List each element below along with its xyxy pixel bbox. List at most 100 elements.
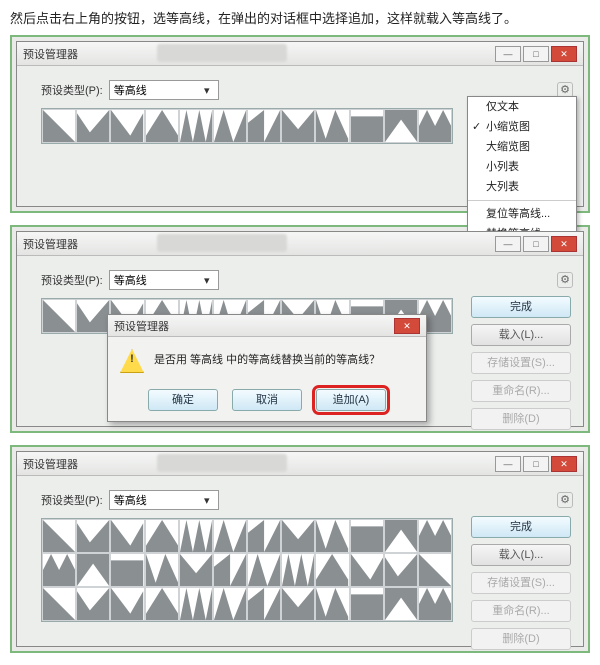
save-button: 存储设置(S)... <box>471 572 571 594</box>
contour-thumbnail[interactable] <box>247 553 281 587</box>
contour-thumbnail[interactable] <box>145 519 179 553</box>
contour-thumbnail[interactable] <box>384 587 418 621</box>
contour-thumbnail[interactable] <box>418 587 452 621</box>
contour-thumbnail[interactable] <box>76 587 110 621</box>
contour-thumbnail[interactable] <box>350 519 384 553</box>
ok-button[interactable]: 确定 <box>148 389 218 411</box>
save-button: 存储设置(S)... <box>471 352 571 374</box>
preset-type-select[interactable]: 等高线 ▾ <box>109 270 219 290</box>
done-button[interactable]: 完成 <box>471 296 571 318</box>
contour-thumbnail[interactable] <box>76 299 110 333</box>
contour-thumbnail[interactable] <box>213 109 247 143</box>
document-tab-blurred <box>157 44 287 62</box>
contour-thumbnail[interactable] <box>247 109 281 143</box>
menu-item-text-only[interactable]: 仅文本 <box>468 97 576 117</box>
close-button[interactable]: ✕ <box>551 456 577 472</box>
contour-thumbnail[interactable] <box>350 109 384 143</box>
contour-thumbnail[interactable] <box>315 519 349 553</box>
menu-item-large-list[interactable]: 大列表 <box>468 177 576 197</box>
contour-thumbnail[interactable] <box>384 519 418 553</box>
contour-thumbnail-grid[interactable] <box>41 518 453 622</box>
contour-thumbnail[interactable] <box>145 553 179 587</box>
preset-type-label: 预设类型(P): <box>41 82 103 98</box>
menu-item-large-thumb[interactable]: 大缩览图 <box>468 137 576 157</box>
contour-thumbnail[interactable] <box>315 109 349 143</box>
close-button[interactable]: ✕ <box>551 46 577 62</box>
titlebar[interactable]: 预设管理器 — □ ✕ <box>17 232 583 256</box>
contour-thumbnail[interactable] <box>213 587 247 621</box>
chevron-down-icon: ▾ <box>200 84 214 97</box>
menu-separator <box>468 200 576 201</box>
contour-thumbnail[interactable] <box>110 553 144 587</box>
contour-thumbnail[interactable] <box>42 553 76 587</box>
gear-icon[interactable]: ⚙ <box>557 492 573 508</box>
titlebar[interactable]: 预设管理器 — □ ✕ <box>17 42 583 66</box>
contour-thumbnail[interactable] <box>179 519 213 553</box>
contour-thumbnail[interactable] <box>42 519 76 553</box>
contour-thumbnail[interactable] <box>42 299 76 333</box>
preset-type-select[interactable]: 等高线 ▾ <box>109 80 219 100</box>
dialog-message: 是否用 等高线 中的等高线替换当前的等高线？ <box>154 349 380 367</box>
done-button[interactable]: 完成 <box>471 516 571 538</box>
contour-thumbnail[interactable] <box>76 109 110 143</box>
screenshot-panel-1: 预设管理器 — □ ✕ 预设类型(P): 等高线 ▾ ⚙ 仅文本 小缩览图 大缩… <box>10 35 590 213</box>
menu-item-reset[interactable]: 复位等高线... <box>468 204 576 224</box>
contour-thumbnail[interactable] <box>247 519 281 553</box>
contour-thumbnail[interactable] <box>42 587 76 621</box>
contour-thumbnail[interactable] <box>315 553 349 587</box>
preset-type-value: 等高线 <box>114 82 147 98</box>
contour-thumbnail[interactable] <box>110 109 144 143</box>
append-button[interactable]: 追加(A) <box>316 389 386 411</box>
contour-thumbnail[interactable] <box>418 553 452 587</box>
contour-thumbnail[interactable] <box>76 553 110 587</box>
contour-thumbnail[interactable] <box>110 587 144 621</box>
contour-thumbnail[interactable] <box>110 519 144 553</box>
contour-thumbnail[interactable] <box>315 587 349 621</box>
instruction-text: 然后点击右上角的按钮，选等高线，在弹出的对话框中选择追加，这样就载入等高线了。 <box>0 0 600 35</box>
load-button[interactable]: 载入(L)... <box>471 324 571 346</box>
preset-type-label: 预设类型(P): <box>41 272 103 288</box>
close-button[interactable]: ✕ <box>551 236 577 252</box>
titlebar[interactable]: 预设管理器 — □ ✕ <box>17 452 583 476</box>
contour-thumbnail[interactable] <box>179 109 213 143</box>
preset-type-value: 等高线 <box>114 492 147 508</box>
contour-thumbnail[interactable] <box>76 519 110 553</box>
load-button[interactable]: 载入(L)... <box>471 544 571 566</box>
contour-thumbnail[interactable] <box>179 553 213 587</box>
maximize-button[interactable]: □ <box>523 46 549 62</box>
contour-thumbnail[interactable] <box>418 519 452 553</box>
contour-thumbnail[interactable] <box>42 109 76 143</box>
contour-thumbnail[interactable] <box>350 587 384 621</box>
minimize-button[interactable]: — <box>495 46 521 62</box>
maximize-button[interactable]: □ <box>523 236 549 252</box>
contour-thumbnail[interactable] <box>179 587 213 621</box>
cancel-button[interactable]: 取消 <box>232 389 302 411</box>
contour-thumbnail[interactable] <box>213 553 247 587</box>
contour-thumbnail[interactable] <box>384 553 418 587</box>
contour-thumbnail[interactable] <box>281 587 315 621</box>
minimize-button[interactable]: — <box>495 456 521 472</box>
dialog-close-button[interactable]: ✕ <box>394 318 420 334</box>
contour-thumbnail[interactable] <box>213 519 247 553</box>
contour-thumbnail[interactable] <box>384 109 418 143</box>
contour-thumbnail[interactable] <box>247 587 281 621</box>
preset-type-select[interactable]: 等高线 ▾ <box>109 490 219 510</box>
contour-thumbnail[interactable] <box>281 519 315 553</box>
contour-thumbnail[interactable] <box>350 553 384 587</box>
contour-thumbnail[interactable] <box>418 109 452 143</box>
contour-thumbnail-grid[interactable] <box>41 108 453 144</box>
contour-thumbnail[interactable] <box>145 587 179 621</box>
chevron-down-icon: ▾ <box>200 494 214 507</box>
menu-item-small-thumb[interactable]: 小缩览图 <box>468 117 576 137</box>
preset-manager-window: 预设管理器 — □ ✕ 预设类型(P): 等高线 ▾ ⚙ 完成 载入(L)...… <box>16 451 584 647</box>
dialog-titlebar[interactable]: 预设管理器 ✕ <box>108 315 426 337</box>
menu-item-small-list[interactable]: 小列表 <box>468 157 576 177</box>
minimize-button[interactable]: — <box>495 236 521 252</box>
contour-thumbnail[interactable] <box>145 109 179 143</box>
gear-icon[interactable]: ⚙ <box>557 272 573 288</box>
contour-thumbnail[interactable] <box>281 109 315 143</box>
maximize-button[interactable]: □ <box>523 456 549 472</box>
contour-thumbnail[interactable] <box>281 553 315 587</box>
rename-button: 重命名(R)... <box>471 600 571 622</box>
warning-icon <box>120 349 144 373</box>
